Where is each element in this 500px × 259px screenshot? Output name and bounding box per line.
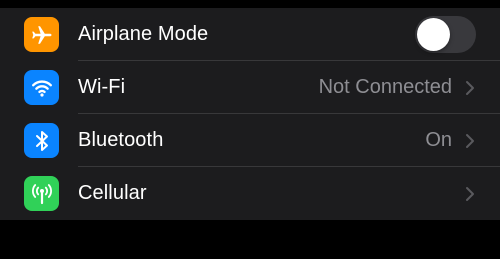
settings-row-wifi[interactable]: Wi-Fi Not Connected xyxy=(0,61,500,114)
wifi-status-value: Not Connected xyxy=(318,76,452,98)
bluetooth-icon-box xyxy=(24,123,59,158)
settings-row-label: Bluetooth xyxy=(78,129,164,151)
settings-row-label: Cellular xyxy=(78,182,147,204)
airplane-mode-toggle[interactable] xyxy=(415,16,476,53)
settings-row-label: Airplane Mode xyxy=(78,23,209,45)
settings-row-cellular[interactable]: Cellular xyxy=(0,167,500,220)
chevron-right-icon xyxy=(466,187,474,201)
airplane-icon-box xyxy=(24,17,59,52)
cellular-icon xyxy=(31,183,52,204)
wifi-icon xyxy=(31,79,52,97)
settings-row-airplane-mode[interactable]: Airplane Mode xyxy=(0,8,500,61)
chevron-right-icon xyxy=(466,134,474,148)
bluetooth-status-value: On xyxy=(425,129,452,151)
connectivity-settings-group: Airplane Mode Wi-Fi Not Connected Blueto… xyxy=(0,8,500,220)
chevron-right-icon xyxy=(466,81,474,95)
toggle-knob xyxy=(417,18,450,51)
wifi-icon-box xyxy=(24,70,59,105)
settings-screen: Airplane Mode Wi-Fi Not Connected Blueto… xyxy=(0,0,500,259)
bluetooth-icon xyxy=(35,130,48,151)
settings-row-bluetooth[interactable]: Bluetooth On xyxy=(0,114,500,167)
airplane-icon xyxy=(31,25,51,44)
settings-row-label: Wi-Fi xyxy=(78,76,126,98)
cellular-icon-box xyxy=(24,176,59,211)
